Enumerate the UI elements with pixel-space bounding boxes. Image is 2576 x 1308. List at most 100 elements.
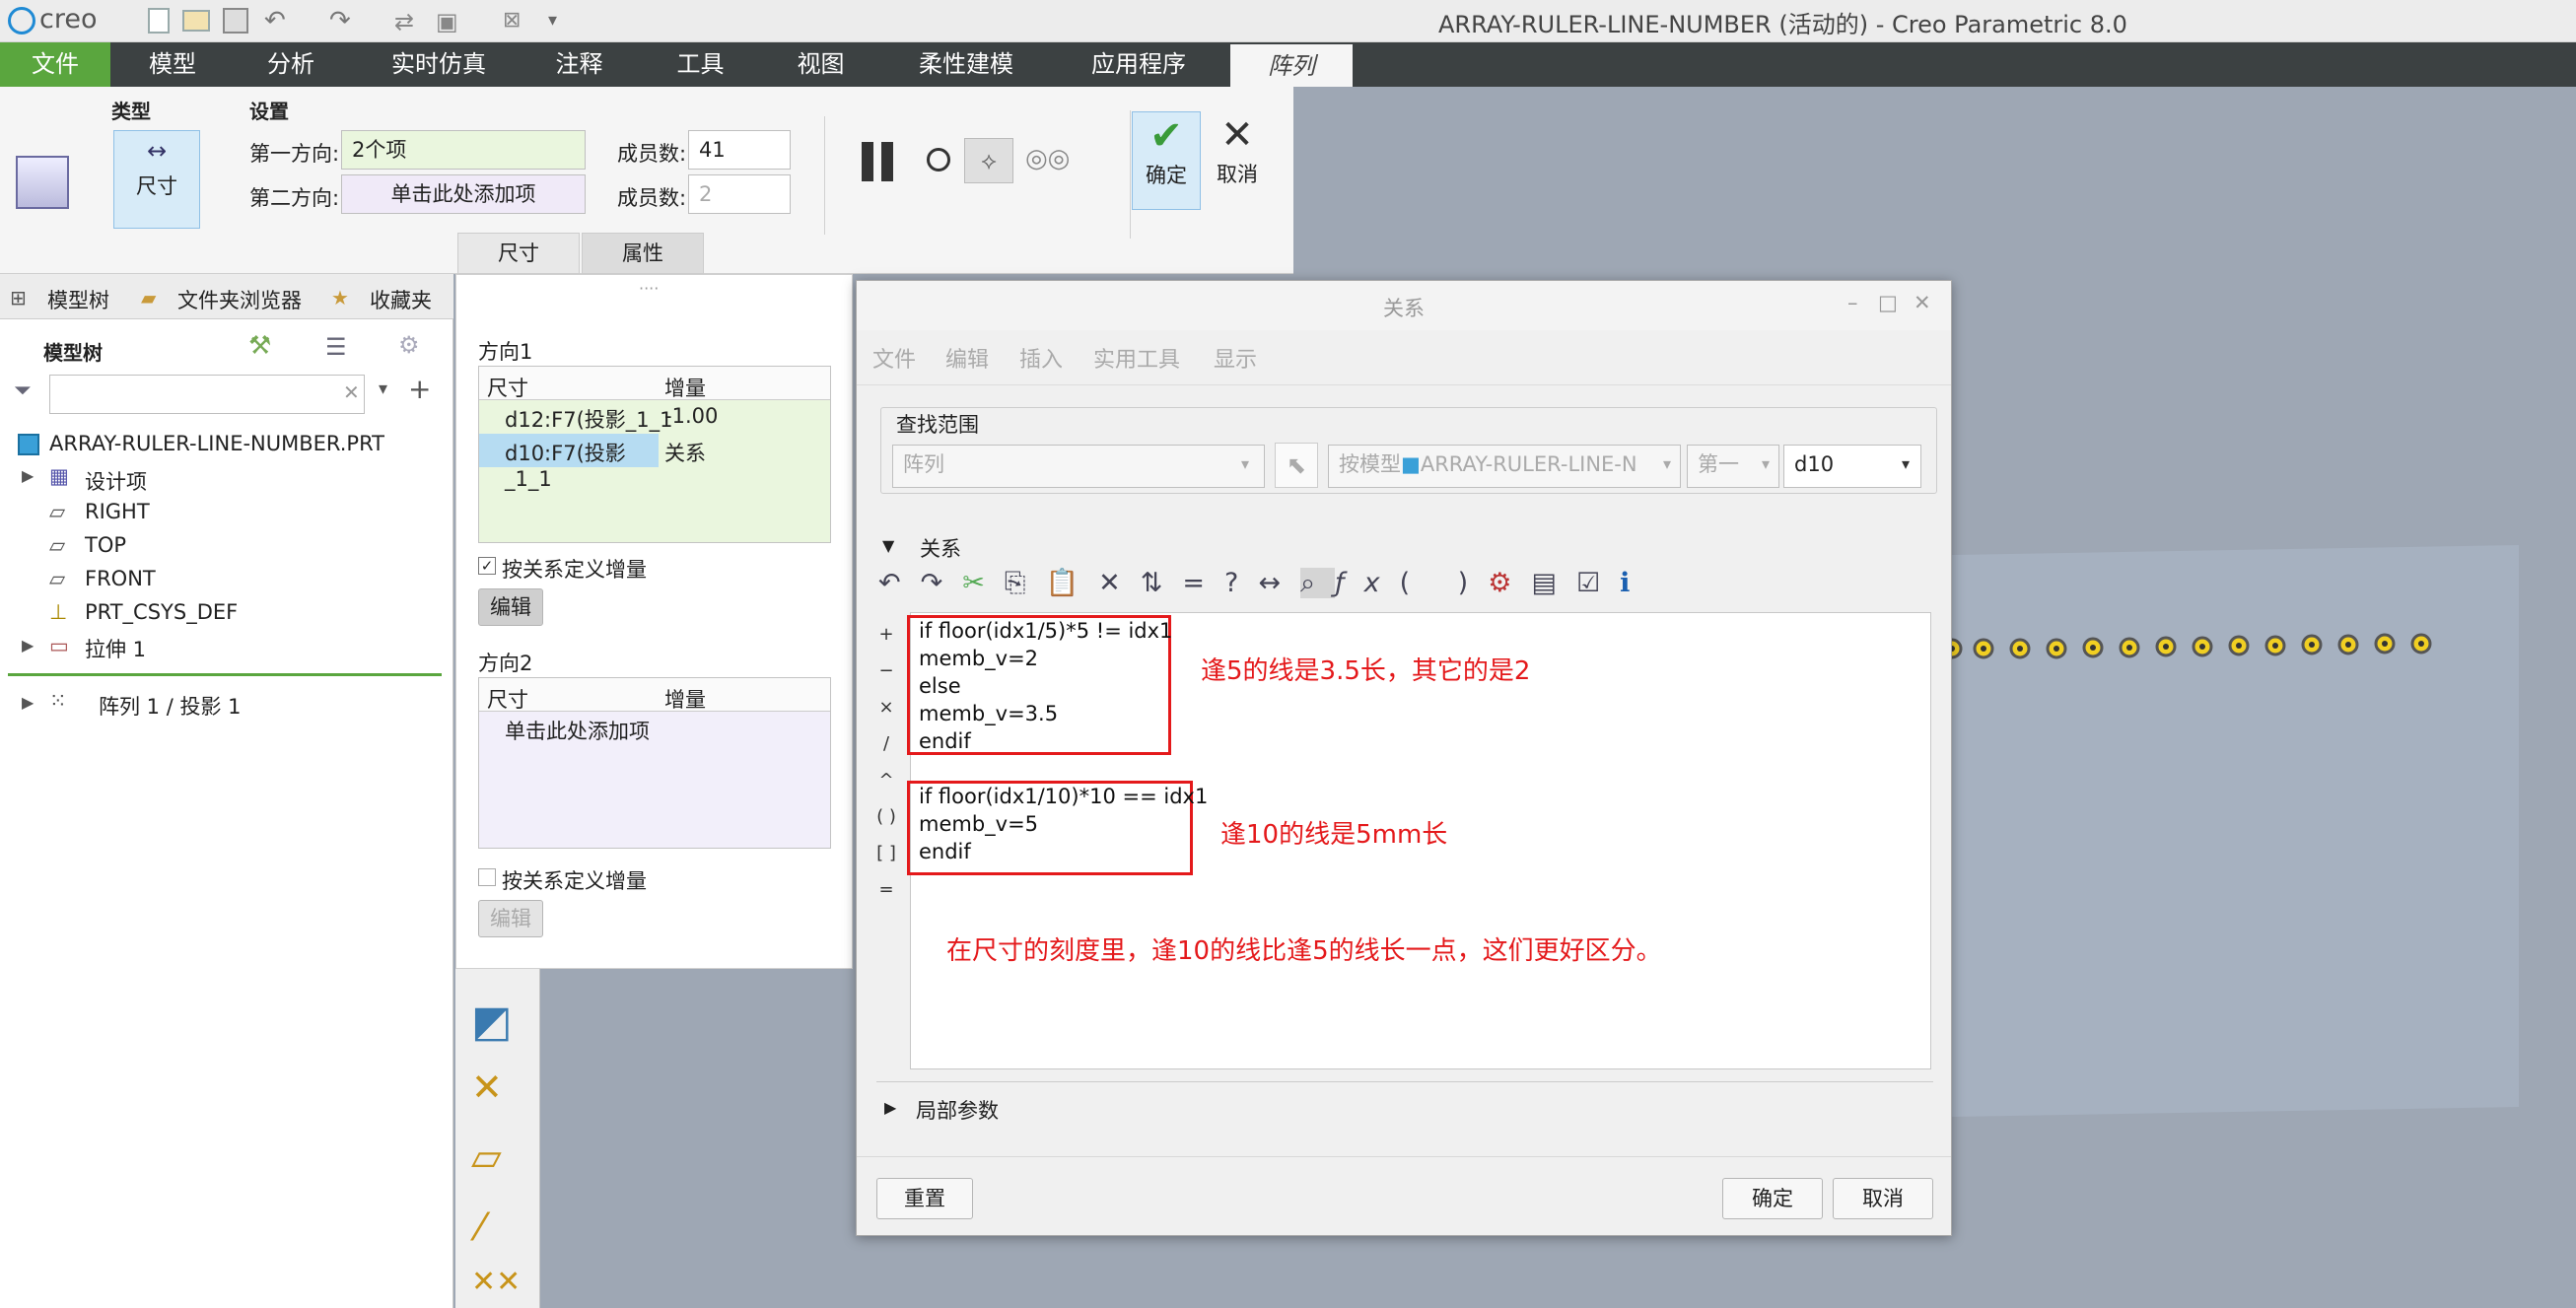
- reset-button[interactable]: 重置: [876, 1178, 973, 1219]
- select-pointer-icon[interactable]: ⬉: [1275, 443, 1318, 488]
- show-dimension-icon[interactable]: ↔: [1258, 568, 1300, 598]
- tab-model-tree[interactable]: 模型树: [47, 285, 109, 314]
- glasses-icon[interactable]: ◎◎: [1025, 144, 1070, 173]
- sort-icon[interactable]: ⚙: [1488, 568, 1531, 598]
- operator-power[interactable]: ^: [874, 762, 898, 798]
- function-icon[interactable]: ƒx: [1335, 568, 1399, 598]
- undo-icon[interactable]: ↶: [878, 568, 921, 598]
- operator-divide[interactable]: /: [874, 725, 898, 762]
- subtab-properties[interactable]: 属性: [582, 233, 704, 274]
- info-icon[interactable]: ℹ: [1620, 568, 1649, 598]
- tree-item-extrude[interactable]: 拉伸 1: [85, 634, 146, 663]
- pause-icon[interactable]: [860, 142, 899, 181]
- tab-favorites[interactable]: 收藏夹: [370, 285, 432, 314]
- open-folder-icon[interactable]: [182, 10, 210, 32]
- brackets-icon[interactable]: ( ): [1400, 568, 1489, 598]
- operator-brackets[interactable]: [ ]: [874, 835, 898, 871]
- dialog-cancel-button[interactable]: 取消: [1833, 1178, 1933, 1219]
- operator-plus[interactable]: +: [874, 616, 898, 653]
- evaluate-icon[interactable]: =?: [1182, 568, 1258, 598]
- scope-type-select[interactable]: 阵列: [892, 445, 1265, 488]
- relation-checkbox-2[interactable]: [478, 868, 496, 886]
- verify-icon[interactable]: ⟡: [964, 138, 1013, 183]
- tab-simulate[interactable]: 实时仿真: [375, 42, 503, 87]
- dir1-collector[interactable]: 2个项: [341, 130, 586, 170]
- panel-grip-icon[interactable]: ····: [639, 279, 659, 298]
- dialog-ok-button[interactable]: 确定: [1722, 1178, 1823, 1219]
- insert-indicator[interactable]: [8, 673, 442, 676]
- operator-parens[interactable]: ( ): [874, 798, 898, 835]
- save-icon[interactable]: [223, 8, 248, 34]
- datum-plane-toggle-icon[interactable]: ▱: [471, 1135, 502, 1180]
- tree-item-csys[interactable]: PRT_CSYS_DEF: [85, 600, 238, 624]
- edit-button[interactable]: 编辑: [478, 588, 543, 626]
- delete-icon[interactable]: ✕: [1098, 568, 1141, 598]
- operator-minus[interactable]: −: [874, 653, 898, 689]
- maximize-icon[interactable]: □: [1878, 291, 1898, 314]
- expand-icon[interactable]: ▶: [22, 466, 34, 485]
- dir2-collector[interactable]: 单击此处添加项: [341, 174, 586, 214]
- tree-item-design[interactable]: 设计项: [85, 466, 147, 496]
- tab-applications[interactable]: 应用程序: [1075, 42, 1203, 87]
- ok-button[interactable]: ✔ 确定: [1132, 111, 1201, 210]
- model-select[interactable]: 按模型■ARRAY-RULER-LINE-N: [1328, 445, 1681, 488]
- edit-button-2[interactable]: 编辑: [478, 900, 543, 937]
- tab-annotate[interactable]: 注释: [537, 42, 621, 87]
- point-toggle-icon[interactable]: ✕✕: [471, 1265, 521, 1299]
- tab-flexible-modeling[interactable]: 柔性建模: [907, 42, 1025, 87]
- local-params-label[interactable]: 局部参数: [916, 1095, 999, 1125]
- tab-view[interactable]: 视图: [779, 42, 863, 87]
- datum-plane-display-icon[interactable]: ◩: [471, 997, 513, 1047]
- subtab-dimensions[interactable]: 尺寸: [457, 233, 580, 274]
- dimension-select[interactable]: d10: [1783, 445, 1921, 488]
- undo-icon[interactable]: ↶: [264, 6, 286, 35]
- tab-file[interactable]: 文件: [0, 42, 110, 87]
- expand-icon[interactable]: ▶: [22, 636, 34, 654]
- tab-model[interactable]: 模型: [128, 42, 217, 87]
- operator-equals[interactable]: =: [874, 871, 898, 908]
- axis-toggle-icon[interactable]: ⁄: [477, 1205, 483, 1249]
- verify-icon[interactable]: ☑: [1576, 568, 1620, 598]
- dimension-type-button[interactable]: ↔ 尺寸: [113, 130, 200, 229]
- collapse-icon[interactable]: ▼: [882, 536, 894, 555]
- table-icon[interactable]: ▤: [1531, 568, 1576, 598]
- windows-icon[interactable]: ▣: [436, 8, 458, 35]
- tree-item-pattern[interactable]: 阵列 1 / 投影 1: [99, 691, 242, 721]
- menu-display[interactable]: 显示: [1214, 342, 1257, 374]
- expand-icon[interactable]: ▶: [22, 693, 34, 712]
- table-row-selected[interactable]: d10:F7(投影_1_1: [479, 434, 659, 491]
- minimize-icon[interactable]: –: [1847, 291, 1858, 314]
- regenerate-icon[interactable]: ⇄: [394, 8, 414, 35]
- expand-icon[interactable]: ▶: [884, 1098, 896, 1117]
- search-dropdown-icon[interactable]: ▾: [379, 379, 387, 399]
- menu-insert[interactable]: 插入: [1019, 342, 1063, 374]
- relation-checkbox[interactable]: ✓: [478, 557, 496, 575]
- relations-editor[interactable]: if floor(idx1/5)*5 != idx1 memb_v=2 else…: [907, 612, 1931, 1069]
- tree-search-input[interactable]: [49, 375, 365, 414]
- tree-filter-icon[interactable]: ☰: [325, 333, 347, 361]
- members2-input[interactable]: 2: [688, 174, 791, 214]
- cut-icon[interactable]: ✂: [962, 568, 1005, 598]
- dimension-values-icon[interactable]: ⌕: [1299, 568, 1336, 598]
- paste-icon[interactable]: 📋: [1045, 568, 1098, 598]
- menu-utilities[interactable]: 实用工具: [1093, 342, 1180, 374]
- customize-toolbar-icon[interactable]: ▾: [548, 10, 557, 31]
- add-icon[interactable]: +: [408, 373, 431, 405]
- operator-multiply[interactable]: ×: [874, 689, 898, 725]
- members1-input[interactable]: 41: [688, 130, 791, 170]
- tree-item-top[interactable]: TOP: [85, 533, 126, 557]
- clear-search-icon[interactable]: ✕: [343, 380, 360, 404]
- tab-tools[interactable]: 工具: [659, 42, 742, 87]
- tree-item-right[interactable]: RIGHT: [85, 500, 150, 523]
- redo-icon[interactable]: ↷: [921, 568, 963, 598]
- tab-folder-browser[interactable]: 文件夹浏览器: [177, 285, 302, 314]
- tab-analysis[interactable]: 分析: [246, 42, 335, 87]
- tree-item-front[interactable]: FRONT: [85, 567, 156, 590]
- menu-file[interactable]: 文件: [872, 342, 916, 374]
- copy-icon[interactable]: ⎘: [1005, 568, 1046, 598]
- sort-relations-icon[interactable]: ⇅: [1141, 568, 1183, 598]
- new-file-icon[interactable]: [148, 8, 170, 34]
- tab-pattern[interactable]: 阵列: [1230, 44, 1353, 87]
- table-row[interactable]: d12:F7(投影_1_1 -1.00: [479, 400, 830, 434]
- redo-icon[interactable]: ↷: [329, 6, 351, 35]
